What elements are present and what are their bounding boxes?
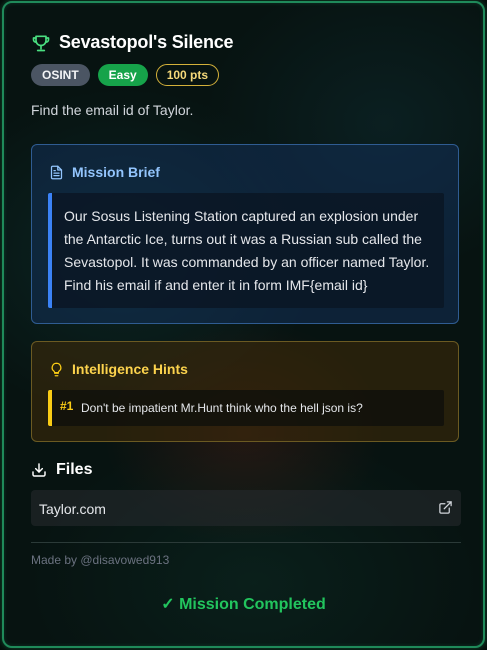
divider [31, 542, 461, 543]
challenge-title: Sevastopol's Silence [59, 32, 234, 52]
badge-row: OSINT Easy 100 pts [31, 64, 220, 86]
trophy-icon [31, 33, 51, 53]
mission-completed-status: ✓ Mission Completed [161, 596, 326, 613]
mission-brief-panel: Mission Brief Our Sosus Listening Statio… [31, 144, 459, 324]
title-row: Sevastopol's Silence [31, 32, 234, 53]
file-name: Taylor.com [39, 501, 106, 517]
category-badge: OSINT [31, 64, 90, 86]
document-icon [49, 165, 64, 180]
mission-brief-header: Mission Brief [49, 164, 160, 180]
lightbulb-icon [49, 362, 64, 377]
download-icon [31, 462, 47, 478]
difficulty-badge: Easy [97, 64, 148, 86]
author-credit: Made by @disavowed913 [31, 553, 170, 567]
mission-brief-text: Our Sosus Listening Station captured an … [48, 193, 444, 308]
files-header: Files [31, 461, 92, 479]
hints-panel: Intelligence Hints #1 Don't be impatient… [31, 341, 459, 442]
challenge-description: Find the email id of Taylor. [31, 102, 194, 118]
hints-heading: Intelligence Hints [72, 361, 188, 377]
files-heading: Files [56, 461, 93, 478]
external-link-icon[interactable] [438, 500, 453, 515]
file-link[interactable]: Taylor.com [31, 490, 461, 526]
hint-number: #1 [60, 399, 74, 413]
hint-text: Don't be impatient Mr.Hunt think who the… [81, 401, 363, 415]
mission-brief-heading: Mission Brief [72, 164, 160, 180]
hints-header: Intelligence Hints [49, 361, 188, 377]
challenge-card: Sevastopol's Silence OSINT Easy 100 pts … [2, 1, 485, 648]
points-badge: 100 pts [155, 64, 220, 86]
hint-item: #1 Don't be impatient Mr.Hunt think who … [48, 390, 444, 426]
